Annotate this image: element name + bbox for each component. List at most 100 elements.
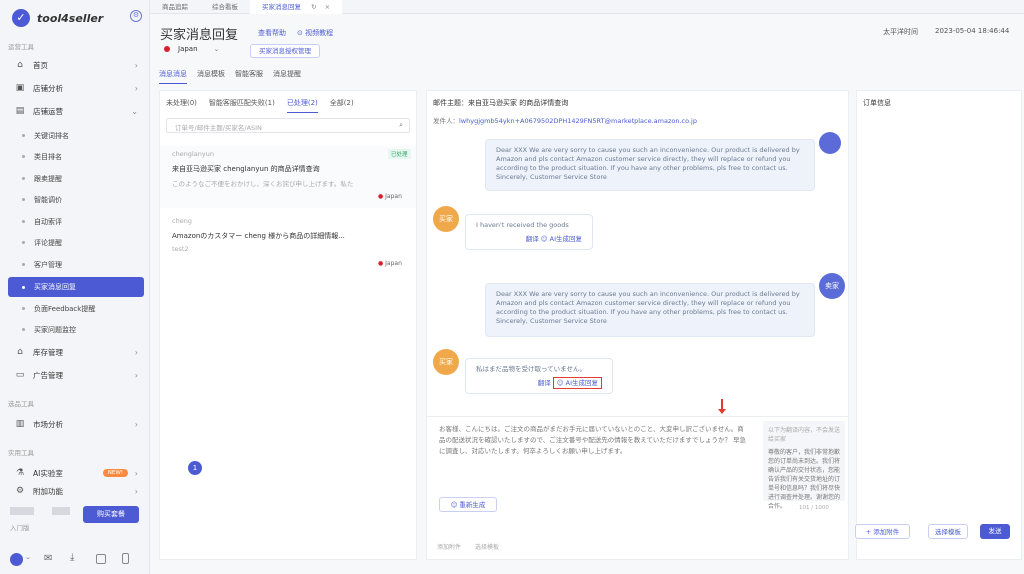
- sub-follow-sell[interactable]: 跟卖提醒: [8, 169, 144, 188]
- filter-match-failed[interactable]: 智能客服匹配失败(1): [209, 98, 275, 113]
- mail-icon[interactable]: ✉: [44, 553, 52, 564]
- refresh-icon[interactable]: ↻: [311, 3, 316, 11]
- logo[interactable]: ✓ tool4seller: [12, 9, 103, 27]
- nav-home-label: 首页: [33, 60, 48, 70]
- sub-label: 客户管理: [34, 260, 62, 269]
- marketplace-select[interactable]: Japan ⌄: [164, 45, 219, 53]
- translate-link[interactable]: 翻译: [526, 235, 539, 243]
- seller-message: Dear XXX We are very sorry to cause you …: [485, 283, 815, 337]
- mobile-icon[interactable]: [122, 553, 129, 564]
- logo-icon: ✓: [12, 9, 30, 27]
- chevron-down-icon[interactable]: ⌄: [25, 553, 31, 561]
- nav-inventory[interactable]: ⌂ 库存管理 ›: [8, 342, 144, 362]
- sub-review-alert[interactable]: 评论提醒: [8, 233, 144, 252]
- nav-store-analysis[interactable]: ▣ 店铺分析 ›: [8, 78, 144, 98]
- upgrade-button[interactable]: 购买套餐: [83, 506, 139, 523]
- list-item-preview: このようなご不便をおかけし、深くお詫び申し上げます。私た: [172, 180, 354, 188]
- tab-templates[interactable]: 消息模板: [197, 69, 225, 84]
- inventory-icon: ⌂: [17, 347, 23, 357]
- nav-ads[interactable]: ▭ 广告管理 ›: [8, 365, 144, 385]
- sub-label: 关键词排名: [34, 131, 69, 140]
- bullet-icon: [22, 198, 25, 201]
- search-input-wrap[interactable]: 订单号/邮件主题/买家名/ASIN ⌕: [166, 118, 410, 133]
- search-icon[interactable]: ⌕: [399, 121, 403, 130]
- bullet-icon: [22, 220, 25, 223]
- list-item-sender: cheng: [172, 217, 192, 225]
- list-item[interactable]: chenglanyun 已处理 来自亚马逊买家 chenglanyun 的商品详…: [160, 146, 416, 208]
- top-tab-dashboard[interactable]: 综合看板: [200, 0, 250, 14]
- nav-market[interactable]: ▥ 市场分析 ›: [8, 414, 144, 434]
- bullet-icon: [22, 285, 25, 289]
- send-button[interactable]: 发送: [980, 524, 1010, 539]
- reply-textarea[interactable]: お客様、こんにちは。ご注文の商品がまだお手元に届いていないとのこと、大変申し訳ご…: [439, 424, 749, 457]
- top-tab-label: 买家消息回复: [262, 2, 301, 11]
- sidebar: ✓ tool4seller ⚙ 运营工具 ⌂ 首页 › ▣ 店铺分析 › ▤ 店…: [0, 0, 150, 574]
- nav-more-label: 附加功能: [33, 486, 63, 496]
- sub-smart-pricing[interactable]: 智能调价: [8, 190, 144, 209]
- sub-category-rank[interactable]: 类目排名: [8, 147, 144, 166]
- monitor-icon: ▭: [15, 370, 25, 380]
- download-icon[interactable]: ⤓: [70, 552, 74, 563]
- filter-processed[interactable]: 已处理(2): [286, 98, 318, 113]
- attach-button[interactable]: + 添加附件: [855, 524, 910, 539]
- chevron-right-icon: ›: [134, 468, 138, 478]
- filter-all[interactable]: 全部(2): [330, 98, 354, 113]
- nav-home[interactable]: ⌂ 首页 ›: [8, 55, 144, 75]
- chevron-right-icon: ›: [134, 347, 138, 357]
- sender-label: 发件人：: [433, 117, 459, 125]
- translation-title: 以下为翻译内容，不会发送给买家: [768, 427, 841, 443]
- top-tab-product-track[interactable]: 商品追踪: [150, 0, 200, 14]
- nav-more-features[interactable]: ⚙ 附加功能 ›: [8, 485, 144, 497]
- pagination-page[interactable]: 1: [188, 461, 202, 475]
- help-link[interactable]: 查看帮助: [258, 28, 286, 38]
- list-item[interactable]: cheng Amazonのカスタマー cheng 様から商品の詳細情報... t…: [160, 213, 416, 275]
- sub-keyword-rank[interactable]: 关键词排名: [8, 126, 144, 145]
- regenerate-button[interactable]: ☺ 重新生成: [439, 497, 497, 512]
- section-label-ops: 运营工具: [8, 43, 34, 51]
- translate-link[interactable]: 翻译: [538, 379, 551, 387]
- filter-tabs: 未处理(0) 智能客服匹配失败(1) 已处理(2) 全部(2): [166, 98, 354, 113]
- tab-smart-service[interactable]: 智能客服: [235, 69, 263, 84]
- auth-manage-button[interactable]: 买家消息授权管理: [250, 44, 320, 58]
- reply-editor[interactable]: お客様、こんにちは。ご注文の商品がまだお手元に届いていないとのこと、大変申し訳ご…: [427, 416, 848, 534]
- email-sender: 发件人：lwhygjgmb54ykn+A0679502DPH1429FN5RT@…: [433, 115, 697, 125]
- tab-messages[interactable]: 消息消息: [159, 69, 187, 84]
- sub-customer-mgmt[interactable]: 客户管理: [8, 255, 144, 274]
- search-input[interactable]: 订单号/邮件主题/买家名/ASIN: [175, 122, 262, 132]
- status-badge: 已处理: [388, 149, 411, 159]
- japan-flag-icon: [164, 46, 170, 52]
- top-tab-buyer-message[interactable]: 买家消息回复 ↻ ×: [250, 0, 343, 14]
- filter-unprocessed[interactable]: 未处理(0): [166, 98, 197, 113]
- datetime: 2023-05-04 18:46:44: [935, 27, 1010, 35]
- translation-box: 以下为翻译内容，不会发送给买家 尊敬的客户，我们非常抱歉您的订单尚未到达。我们将…: [763, 421, 845, 510]
- footer-link[interactable]: 添加附件: [437, 542, 461, 551]
- video-tutorial-link[interactable]: ⊙ 视频教程: [297, 28, 333, 38]
- message-list-panel: 未处理(0) 智能客服匹配失败(1) 已处理(2) 全部(2) 订单号/邮件主题…: [159, 90, 417, 560]
- sub-negative-feedback[interactable]: 负面Feedback提醒: [8, 299, 144, 318]
- nav-store-ops[interactable]: ▤ 店铺运营 ⌄: [8, 101, 144, 121]
- tab-alerts[interactable]: 消息提醒: [273, 69, 301, 84]
- close-icon[interactable]: ×: [325, 3, 330, 11]
- sender-email[interactable]: lwhygjgmb54ykn+A0679502DPH1429FN5RT@mark…: [459, 117, 697, 125]
- qrcode-icon[interactable]: [96, 554, 106, 564]
- user-avatar[interactable]: [10, 553, 23, 566]
- bullet-icon: [22, 134, 25, 137]
- subject-value: 来自亚马逊买家 的商品详情查询: [468, 99, 569, 107]
- list-item-sender: chenglanyun: [172, 150, 214, 158]
- sub-buyer-message[interactable]: 买家消息回复: [8, 277, 144, 297]
- bullet-icon: [22, 328, 25, 331]
- ai-reply-link[interactable]: ☺ AI生成回复: [541, 235, 582, 243]
- nav-ai-lab[interactable]: ⚗ AI实验室 NEW! ›: [8, 463, 144, 483]
- arrow-head-icon: [718, 409, 726, 414]
- buyer-avatar: 买家: [433, 349, 459, 375]
- template-button[interactable]: 选择模板: [928, 524, 968, 539]
- settings-gear-icon[interactable]: ⚙: [130, 10, 142, 22]
- sub-auto-review[interactable]: 自动索评: [8, 212, 144, 231]
- sub-buyer-questions[interactable]: 买家问题监控: [8, 320, 144, 339]
- chevron-right-icon: ›: [134, 419, 138, 429]
- footer-link[interactable]: 选择模板: [475, 542, 499, 551]
- sub-label: 跟卖提醒: [34, 174, 62, 183]
- top-tab-bar: 商品追踪 综合看板 买家消息回复 ↻ ×: [150, 0, 1024, 14]
- ai-reply-link[interactable]: ☺ AI生成回复: [552, 377, 602, 389]
- page-tabs: 消息消息 消息模板 智能客服 消息提醒: [159, 69, 301, 84]
